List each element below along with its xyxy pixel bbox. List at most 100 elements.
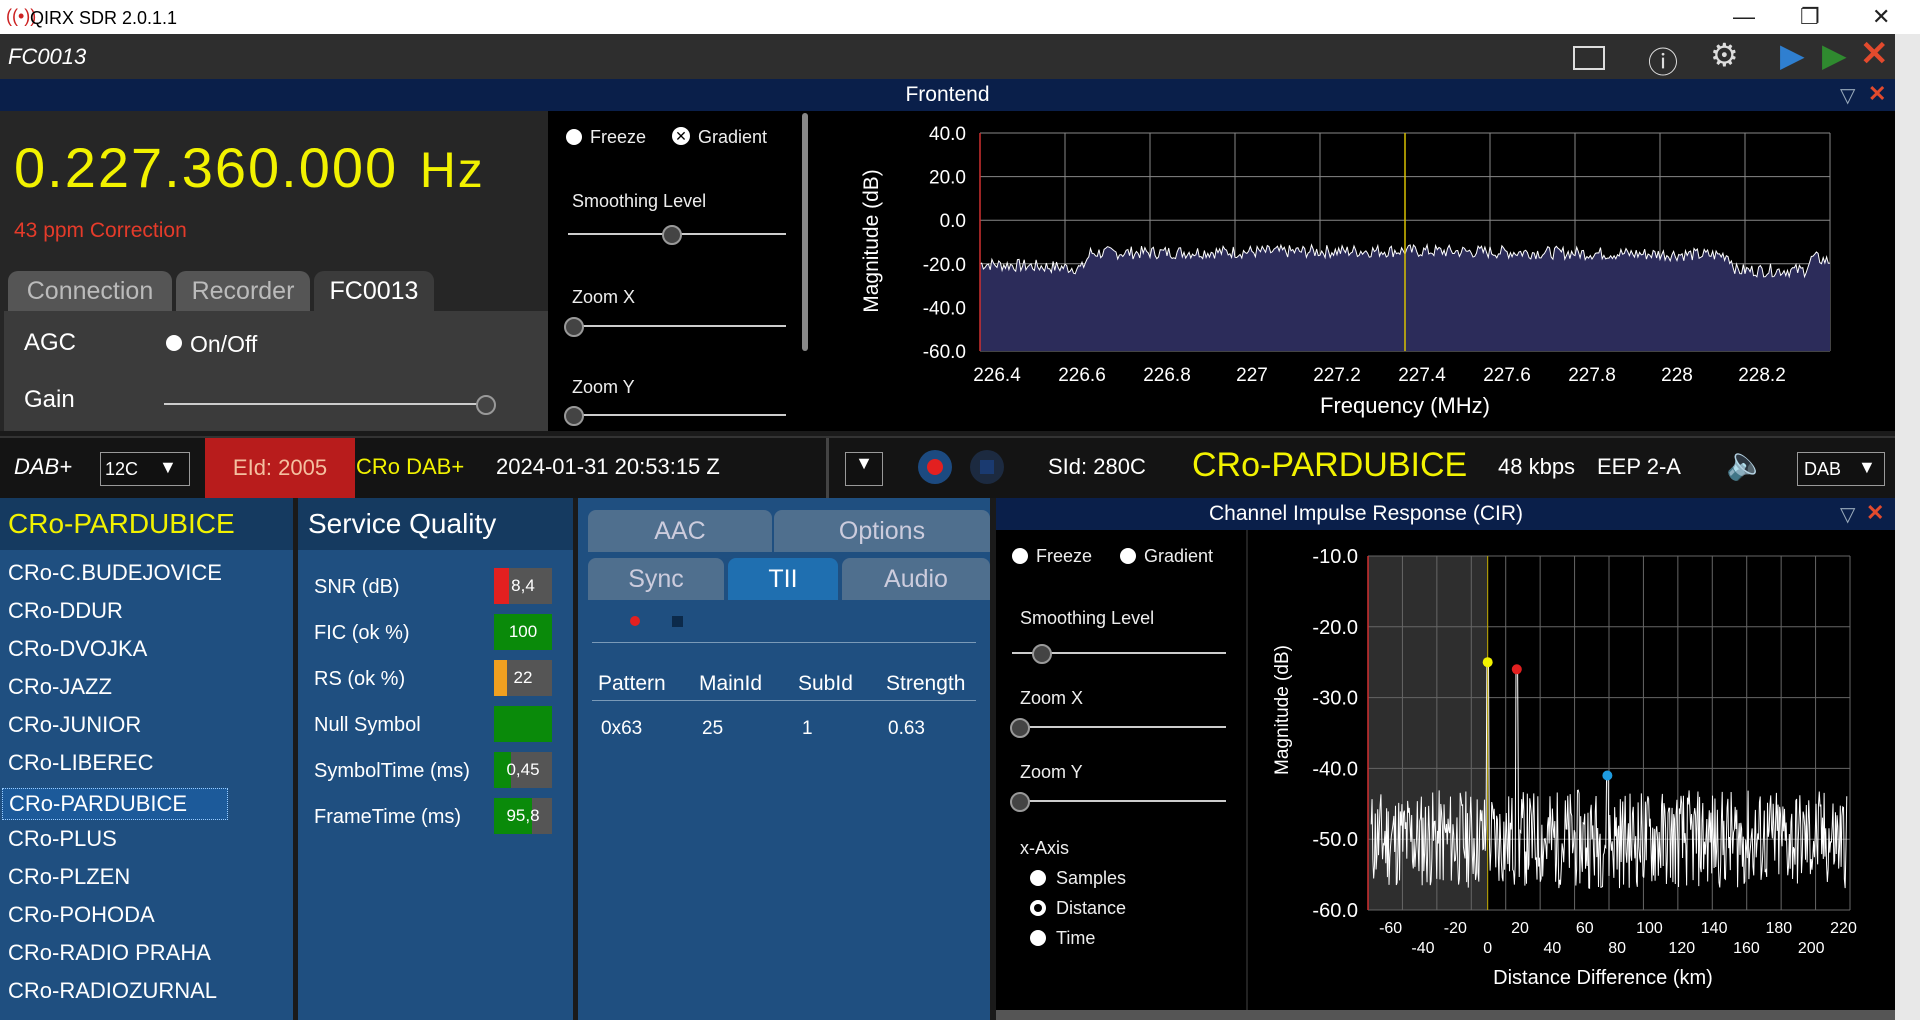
- service-dropdown[interactable]: ▼: [845, 452, 883, 486]
- spectrum-panel: 40.0 20.0 0.0 -20.0 -40.0 -60.0 226.4 226.6 226.…: [810, 111, 1895, 431]
- play-icon[interactable]: ▶: [1780, 36, 1805, 74]
- cir-zoomx-slider-thumb[interactable]: [1010, 718, 1030, 738]
- info-icon[interactable]: ⓘ: [1648, 38, 1678, 82]
- close-window-icon[interactable]: ✕: [1872, 4, 1890, 30]
- play-green-icon[interactable]: ▶: [1822, 36, 1847, 74]
- cir-freeze-radio[interactable]: [1012, 548, 1028, 564]
- cell-subid: 1: [802, 718, 813, 739]
- gear-icon[interactable]: ⚙: [1710, 36, 1739, 74]
- quality-bar: 8,4: [494, 568, 552, 604]
- y-tick-label: -40.0: [923, 298, 966, 319]
- y-tick-label: -50.0: [1312, 829, 1358, 851]
- y-tick-label: 0.0: [940, 211, 966, 232]
- zoomy-slider[interactable]: [568, 414, 786, 416]
- x-tick-label: 227.4: [1398, 365, 1446, 386]
- standard-select[interactable]: DAB ▼: [1797, 452, 1885, 486]
- standard-value: DAB: [1804, 459, 1842, 479]
- agc-toggle[interactable]: [166, 335, 182, 351]
- service-list-item[interactable]: CRo-C.BUDEJOVICE: [8, 560, 222, 586]
- spectrum-chart[interactable]: 40.0 20.0 0.0 -20.0 -40.0 -60.0 226.4 226.6 226.…: [810, 111, 1895, 431]
- service-list-item[interactable]: CRo-PLUS: [8, 826, 117, 852]
- close-panel-icon[interactable]: ✕: [1866, 500, 1884, 526]
- service-list-item[interactable]: CRo-RADIO PRAHA: [8, 940, 211, 966]
- x-tick-label: 227.8: [1568, 365, 1616, 386]
- quality-bar: 100: [494, 614, 552, 650]
- onoff-label: On/Off: [190, 331, 258, 357]
- service-list-item[interactable]: CRo-DDUR: [8, 598, 123, 624]
- tab-sync[interactable]: Sync: [588, 558, 724, 600]
- channel-select[interactable]: 12C ▼: [100, 452, 190, 486]
- cir-gradient-radio[interactable]: [1120, 548, 1136, 564]
- close-panel-icon[interactable]: ✕: [1868, 81, 1886, 107]
- freeze-radio[interactable]: [566, 129, 582, 145]
- tab-recorder[interactable]: Recorder: [176, 271, 310, 311]
- quality-value: 95,8: [506, 806, 540, 825]
- gain-label: Gain: [24, 386, 75, 413]
- gain-slider[interactable]: [164, 403, 494, 405]
- stop-icon[interactable]: ✕: [1860, 34, 1889, 74]
- cir-smoothing-slider-thumb[interactable]: [1032, 644, 1052, 664]
- cir-zoomx-slider[interactable]: [1012, 726, 1226, 728]
- distance-radio[interactable]: [1030, 900, 1046, 916]
- quality-value: 0,45: [506, 760, 540, 779]
- x-tick-label: 227.2: [1313, 365, 1361, 386]
- service-list-item[interactable]: CRo-JAZZ: [8, 674, 112, 700]
- quality-title: Service Quality: [298, 498, 573, 550]
- record-dot-icon[interactable]: [630, 616, 640, 626]
- service-list-item[interactable]: CRo-RADIOZURNAL: [8, 978, 217, 1004]
- x-tick-label: 140: [1701, 920, 1728, 937]
- quality-value: 22: [513, 668, 533, 687]
- restore-icon[interactable]: ❐: [1800, 4, 1820, 30]
- controls-scrollbar[interactable]: [802, 113, 808, 351]
- smoothing-slider-thumb[interactable]: [662, 225, 682, 245]
- gain-slider-thumb[interactable]: [476, 395, 496, 415]
- tab-connection[interactable]: Connection: [8, 271, 172, 311]
- window-icon[interactable]: [1573, 46, 1605, 70]
- cir-zoomy-label: Zoom Y: [1020, 762, 1083, 782]
- x-axis-label: Frequency (MHz): [1320, 393, 1490, 418]
- zoomx-slider-thumb[interactable]: [564, 317, 584, 337]
- service-list-item[interactable]: CRo-PARDUBICE: [2, 788, 228, 820]
- collapse-icon[interactable]: ▽: [1840, 502, 1855, 527]
- x-axis-label: Distance Difference (km): [1493, 967, 1713, 989]
- collapse-icon[interactable]: ▽: [1840, 83, 1855, 108]
- tab-fc0013[interactable]: FC0013: [314, 271, 434, 311]
- zoomx-slider[interactable]: [568, 325, 786, 327]
- record-button[interactable]: [918, 450, 952, 484]
- service-list-item[interactable]: CRo-LIBEREC: [8, 750, 153, 776]
- tab-aac[interactable]: AAC: [588, 510, 772, 552]
- cir-zoomy-slider-thumb[interactable]: [1010, 792, 1030, 812]
- frontend-left-panel: 0.227.360.000 Hz 43 ppm Correction Conne…: [0, 111, 548, 431]
- zoomy-slider-thumb[interactable]: [564, 406, 584, 426]
- minimize-icon[interactable]: —: [1733, 4, 1755, 30]
- tab-tii[interactable]: TII: [728, 558, 838, 600]
- cir-zoomy-slider[interactable]: [1012, 800, 1226, 802]
- frequency-unit: Hz: [419, 142, 485, 198]
- quality-label: FrameTime (ms): [314, 806, 462, 828]
- x-tick-label: 226.4: [973, 365, 1021, 386]
- service-list-item[interactable]: CRo-DVOJKA: [8, 636, 147, 662]
- x-tick-label: 180: [1765, 920, 1792, 937]
- gradient-check-icon[interactable]: ✕: [672, 127, 690, 145]
- service-list-item[interactable]: CRo-JUNIOR: [8, 712, 141, 738]
- tab-options[interactable]: Options: [774, 510, 990, 552]
- device-name: FC0013: [8, 44, 87, 69]
- chevron-down-icon: ▼: [159, 457, 177, 477]
- window-scrollbar[interactable]: [1895, 34, 1920, 1020]
- x-tick-label: 228: [1661, 365, 1693, 386]
- stop-square-icon[interactable]: [672, 616, 683, 627]
- status-bar: DAB+ 12C ▼ EId: 2005 CRo DAB+ 2024-01-31…: [0, 436, 1895, 498]
- quality-bar: 0,45: [494, 752, 552, 788]
- stop-record-button[interactable]: [970, 450, 1004, 484]
- col-subid: SubId: [798, 672, 853, 695]
- samples-radio[interactable]: [1030, 870, 1046, 886]
- service-list-item[interactable]: CRo-POHODA: [8, 902, 155, 928]
- speaker-icon[interactable]: 🔈: [1726, 444, 1766, 482]
- tab-audio[interactable]: Audio: [842, 558, 990, 600]
- cir-scrollbar[interactable]: [996, 1010, 1895, 1020]
- service-list-item[interactable]: CRo-PLZEN: [8, 864, 130, 890]
- time-radio[interactable]: [1030, 930, 1046, 946]
- cir-chart[interactable]: -10.0 -20.0 -30.0 -40.0 -50.0 -60.0 -60 -20 20 60…: [1248, 530, 1895, 1010]
- frequency-display[interactable]: 0.227.360.000 Hz: [14, 135, 485, 200]
- x-tick-label: 60: [1576, 920, 1594, 937]
